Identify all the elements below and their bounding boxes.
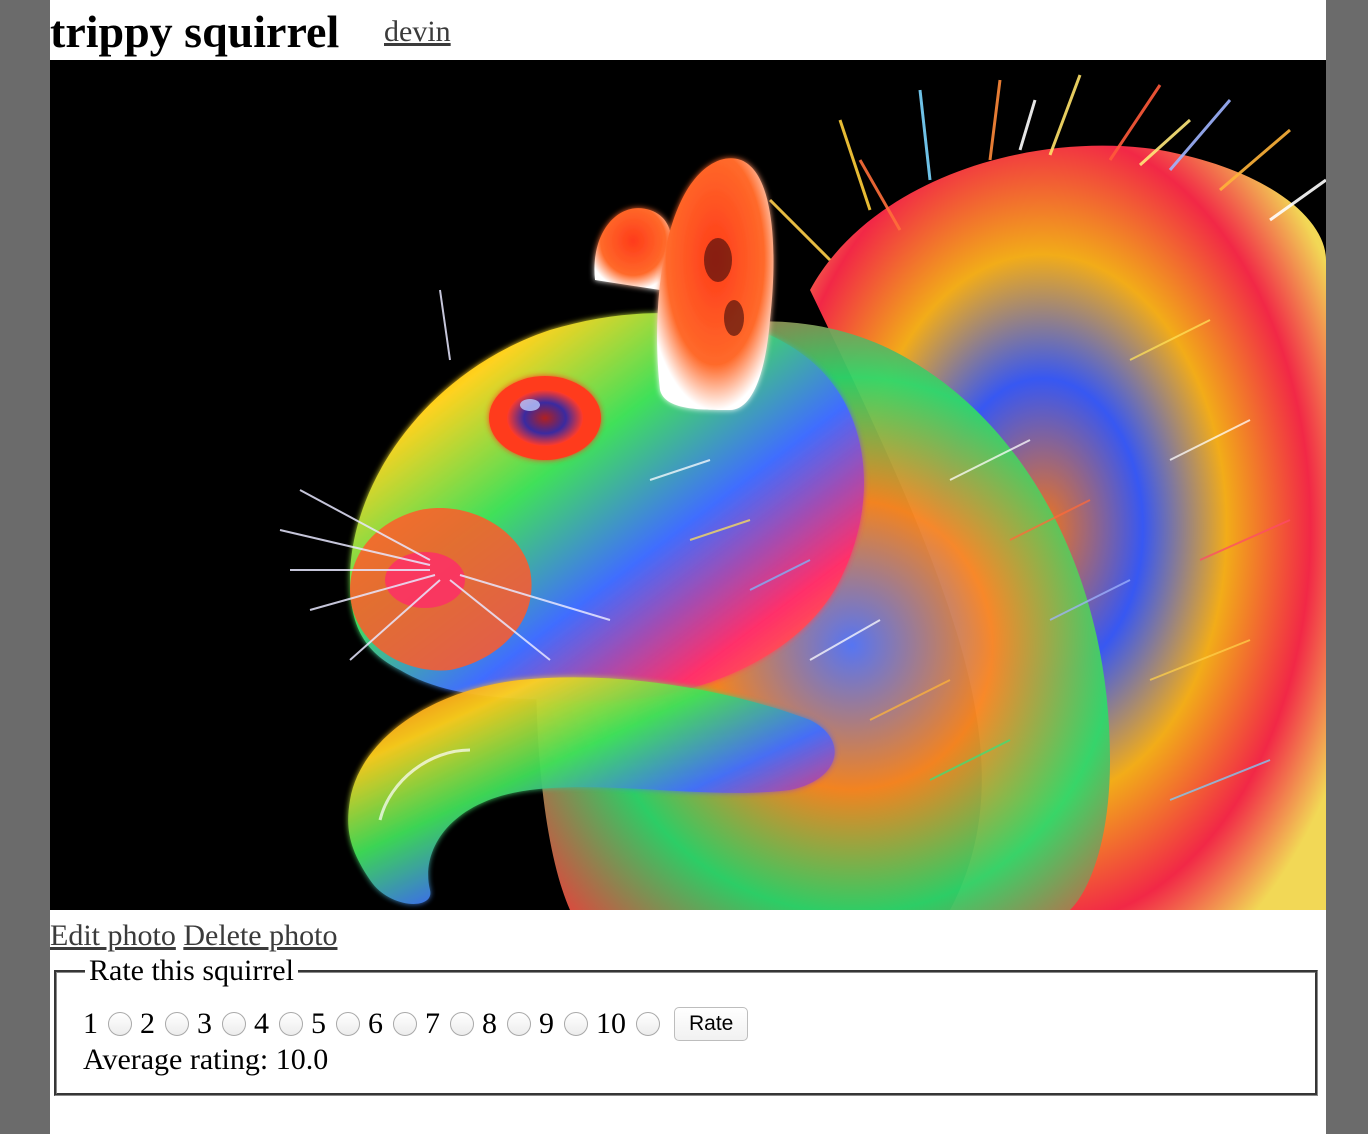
page-container: trippy squirrel devin Edit photo Delete … <box>50 0 1326 1134</box>
rating-legend: Rate this squirrel <box>85 953 298 989</box>
rating-option-label: 2 <box>140 1007 155 1040</box>
rating-fieldset: Rate this squirrel 1 2 3 4 5 6 7 8 9 10 … <box>54 953 1318 1096</box>
rating-radio-9[interactable] <box>564 1012 588 1036</box>
rating-radio-8[interactable] <box>507 1012 531 1036</box>
rating-option-label: 7 <box>425 1007 440 1040</box>
rating-option-label: 10 <box>596 1007 626 1040</box>
delete-photo-link[interactable]: Delete photo <box>183 919 337 952</box>
rating-option-2: 2 <box>140 1006 189 1042</box>
author-link[interactable]: devin <box>384 14 451 50</box>
rating-option-label: 6 <box>368 1007 383 1040</box>
rating-option-label: 3 <box>197 1007 212 1040</box>
rating-radio-3[interactable] <box>222 1012 246 1036</box>
rating-options: 1 2 3 4 5 6 7 8 9 10 Rate <box>83 1003 749 1045</box>
page-header: trippy squirrel devin <box>50 0 1326 60</box>
page-title: trippy squirrel <box>50 6 340 57</box>
rating-option-3: 3 <box>197 1006 246 1042</box>
rating-option-10: 10 <box>596 1006 660 1042</box>
rate-button[interactable]: Rate <box>674 1007 749 1041</box>
rating-option-5: 5 <box>311 1006 360 1042</box>
rating-radio-2[interactable] <box>165 1012 189 1036</box>
rating-option-6: 6 <box>368 1006 417 1042</box>
rating-option-9: 9 <box>539 1006 588 1042</box>
rating-radio-1[interactable] <box>108 1012 132 1036</box>
squirrel-photo <box>50 60 1326 910</box>
rating-radio-5[interactable] <box>336 1012 360 1036</box>
rating-radio-7[interactable] <box>450 1012 474 1036</box>
average-rating: Average rating: 10.0 <box>83 1041 328 1079</box>
rating-option-1: 1 <box>83 1006 132 1042</box>
edit-photo-link[interactable]: Edit photo <box>50 919 176 952</box>
rating-option-label: 1 <box>83 1007 98 1040</box>
rating-option-4: 4 <box>254 1006 303 1042</box>
rating-radio-10[interactable] <box>636 1012 660 1036</box>
rating-option-7: 7 <box>425 1006 474 1042</box>
rating-radio-6[interactable] <box>393 1012 417 1036</box>
photo-image <box>50 60 1326 910</box>
rating-option-label: 5 <box>311 1007 326 1040</box>
rating-option-8: 8 <box>482 1006 531 1042</box>
rating-radio-4[interactable] <box>279 1012 303 1036</box>
rating-option-label: 4 <box>254 1007 269 1040</box>
average-rating-value: 10.0 <box>275 1043 329 1076</box>
rating-option-label: 8 <box>482 1007 497 1040</box>
photo-actions: Edit photo Delete photo <box>50 916 337 956</box>
rating-option-label: 9 <box>539 1007 554 1040</box>
average-rating-label: Average rating: <box>83 1043 269 1076</box>
